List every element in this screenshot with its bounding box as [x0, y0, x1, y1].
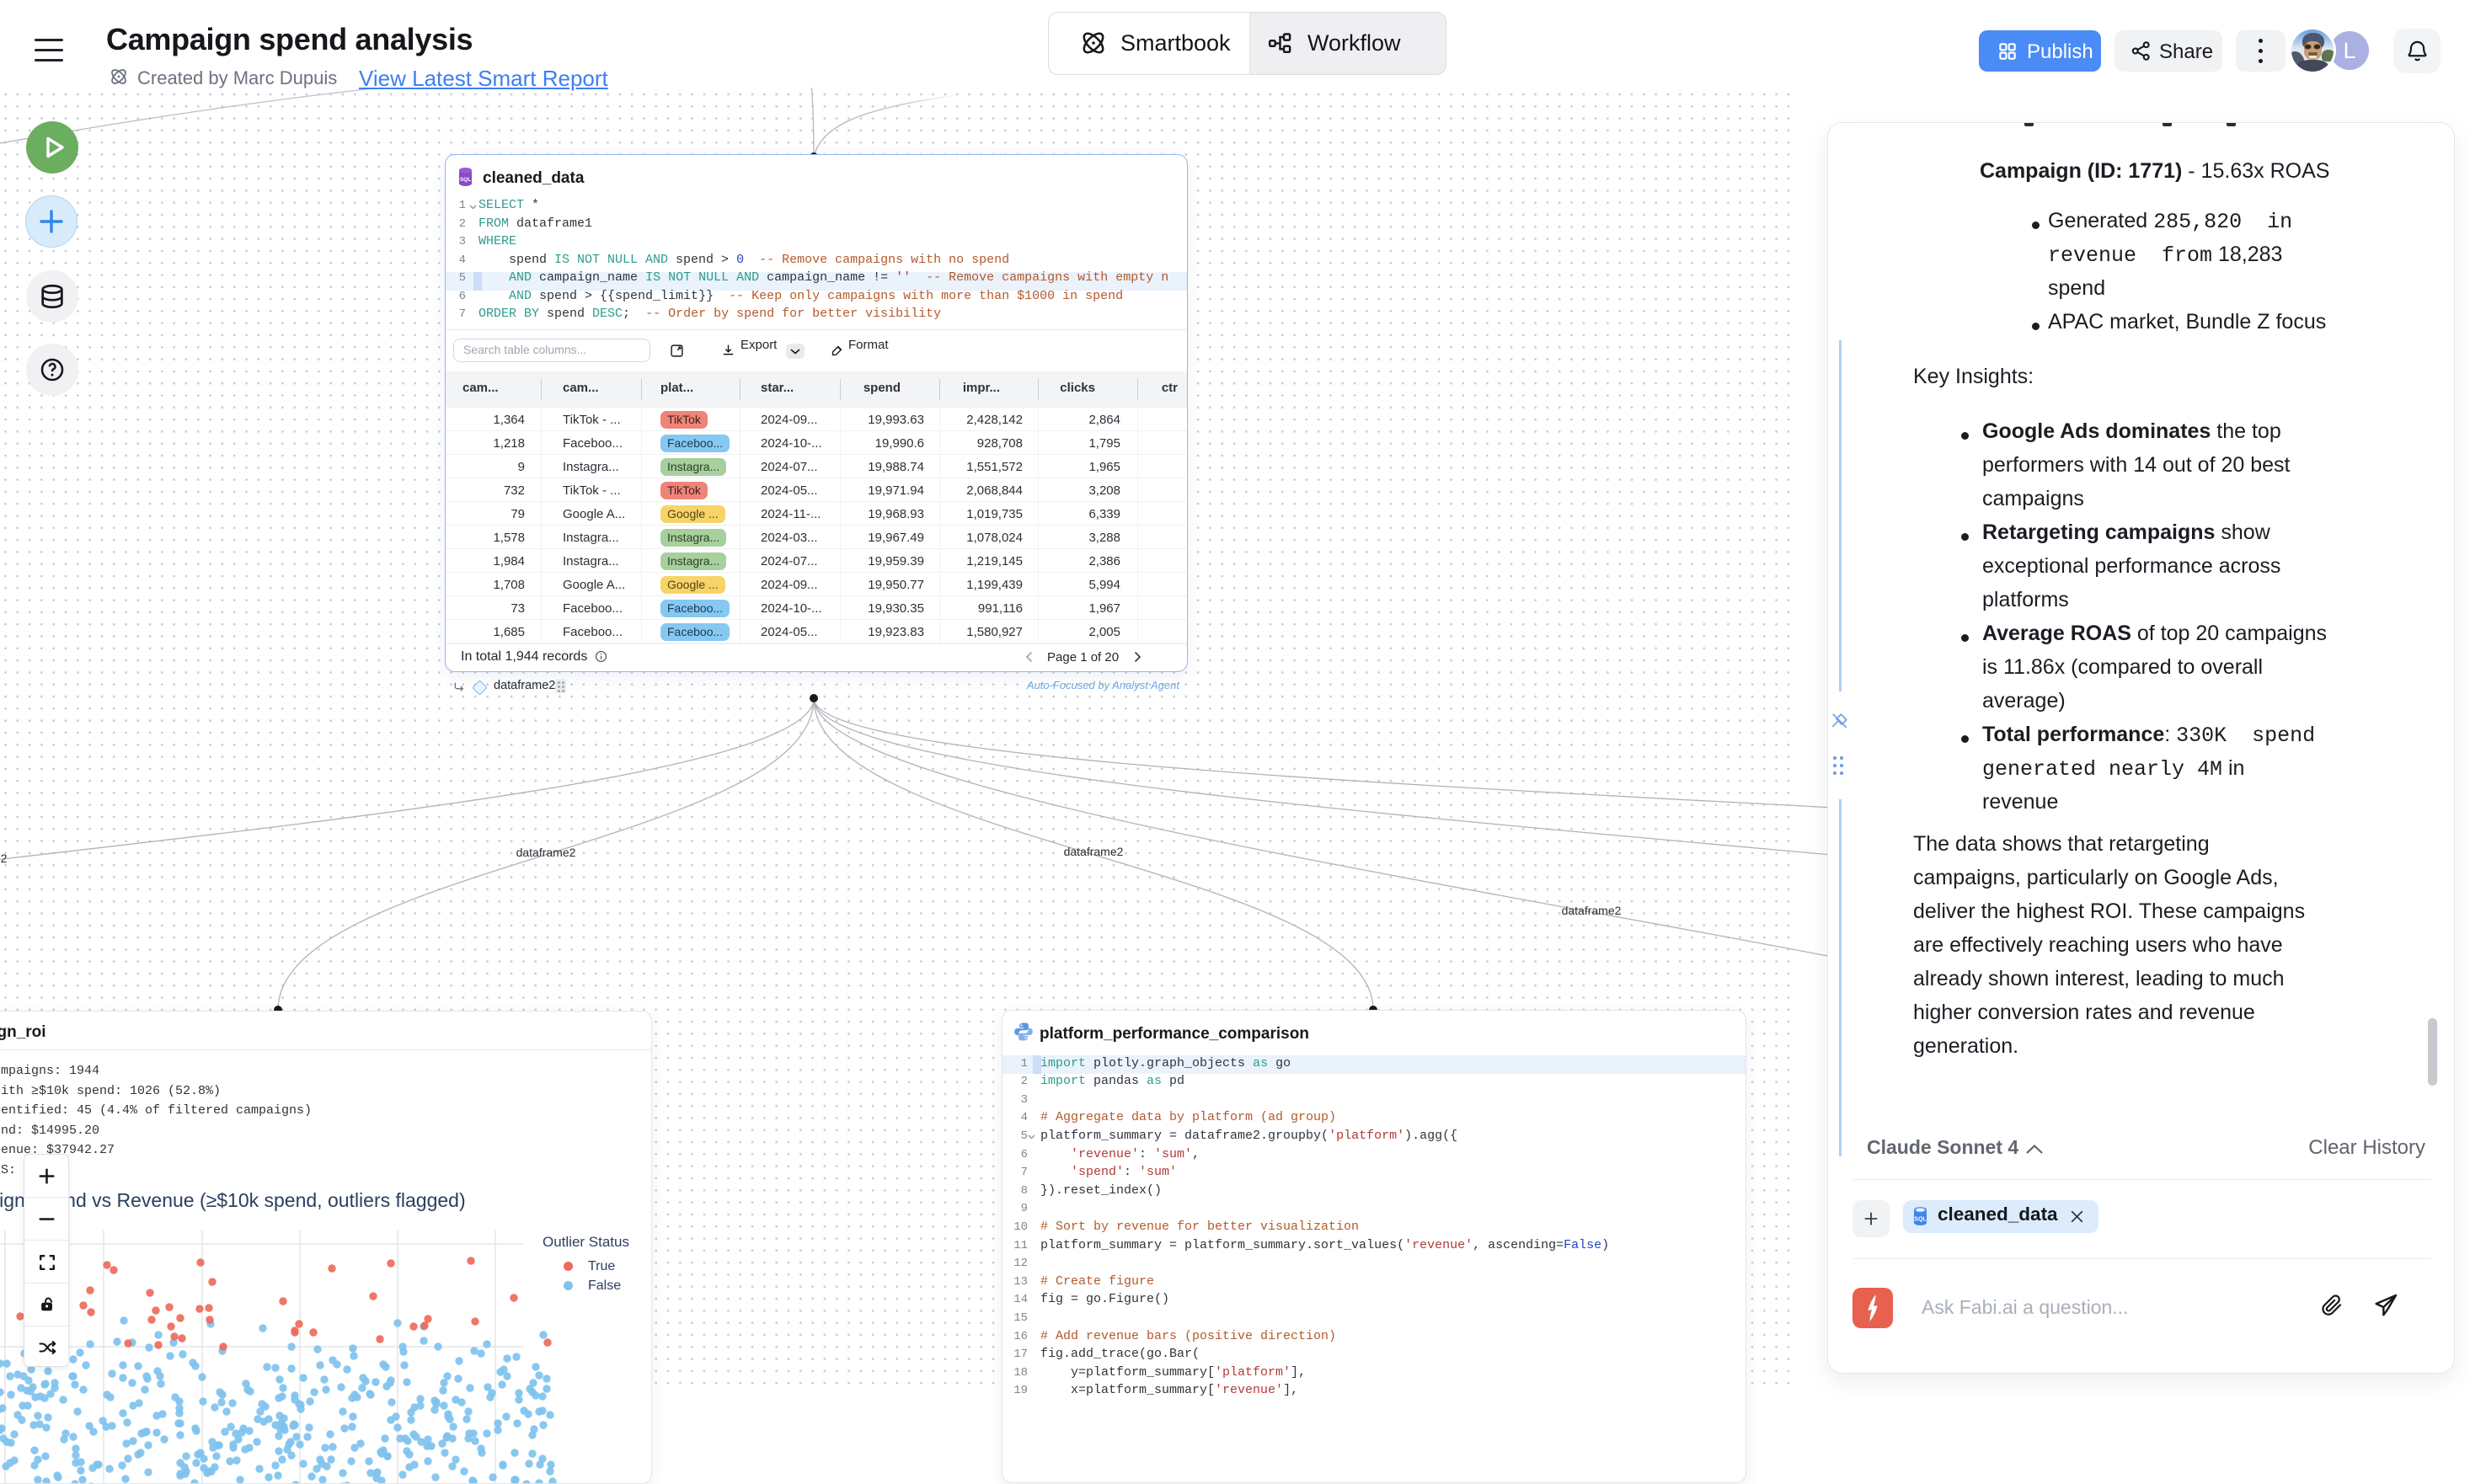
svg-text:SQL: SQL: [460, 177, 471, 183]
svg-text:SQL: SQL: [1914, 1217, 1927, 1223]
